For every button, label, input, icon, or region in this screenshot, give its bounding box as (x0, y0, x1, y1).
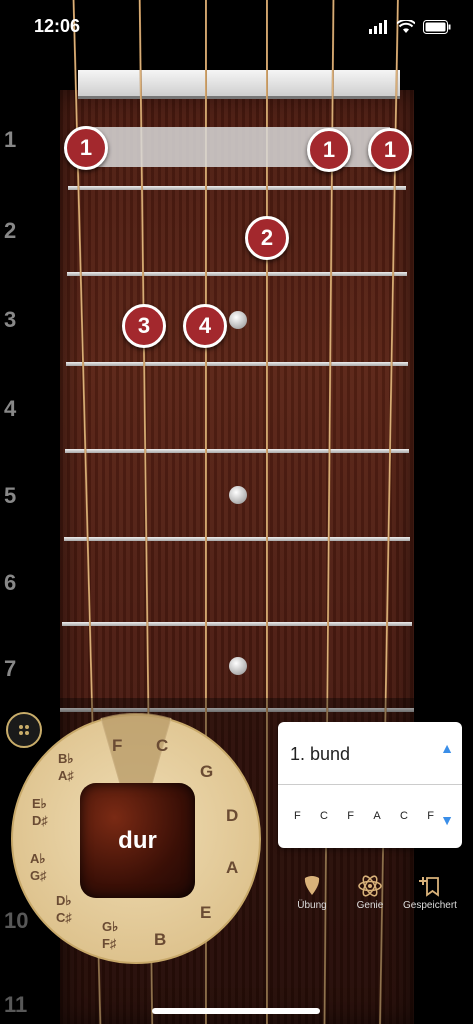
fret-inlay (229, 311, 247, 329)
finger-marker[interactable]: 1 (368, 128, 412, 172)
key-label[interactable]: F (112, 736, 122, 755)
atom-icon (358, 875, 382, 897)
grid-dots-icon (19, 725, 29, 735)
key-label[interactable]: C (156, 736, 168, 755)
fret-number: 4 (4, 396, 17, 421)
fret-line (66, 362, 408, 366)
fret-number: 3 (4, 307, 17, 332)
key-label[interactable]: A♯ (58, 768, 74, 783)
signal-icon (369, 20, 387, 34)
status-time: 12:06 (34, 16, 81, 36)
fret-inlay (229, 657, 247, 675)
string-note: C (399, 810, 408, 822)
fret-selector-label: 1. bund (290, 744, 351, 764)
fret-line (64, 537, 410, 541)
bottom-toolbar: Übung Genie Gespeichert (282, 872, 462, 922)
key-label[interactable]: B♭ (58, 751, 74, 766)
fret-number: 7 (4, 656, 17, 681)
key-label[interactable]: D♭ (56, 893, 72, 908)
key-label[interactable]: D (226, 806, 238, 825)
pick-icon (304, 876, 320, 895)
gespeichert-label: Gespeichert (403, 900, 457, 911)
fret-line (65, 449, 409, 453)
bookmark-add-icon (419, 877, 439, 897)
fret-number: 6 (4, 570, 17, 595)
wifi-icon (397, 20, 415, 33)
status-bar: 12:06 (0, 0, 473, 56)
finger-marker[interactable]: 1 (64, 126, 108, 170)
finger-marker[interactable]: 4 (183, 304, 227, 348)
key-label[interactable]: A♭ (30, 851, 46, 866)
finger-marker[interactable]: 1 (307, 128, 351, 172)
finger-marker[interactable]: 2 (245, 216, 289, 260)
key-label[interactable]: B (154, 930, 166, 949)
key-label[interactable]: E♭ (32, 796, 47, 811)
chord-type-label: dur (118, 826, 157, 854)
fret-number: 5 (4, 483, 17, 508)
finger-marker[interactable]: 3 (122, 304, 166, 348)
fret-number: 2 (4, 218, 17, 243)
fret-down-button[interactable]: ▼ (440, 812, 454, 828)
fret-up-button[interactable]: ▲ (440, 740, 454, 756)
uebung-label: Übung (297, 900, 327, 911)
key-label[interactable]: G (200, 762, 213, 781)
genie-button[interactable]: Genie (340, 872, 400, 911)
chord-type-button[interactable]: dur (80, 783, 195, 898)
guitar-nut (78, 70, 400, 99)
status-icons (369, 20, 451, 34)
string-note: C (320, 810, 328, 822)
fret-line (68, 186, 406, 190)
fret-line (62, 622, 412, 626)
key-label[interactable]: G♯ (30, 868, 47, 883)
home-indicator[interactable] (152, 1008, 320, 1014)
fret-number: 1 (4, 127, 17, 152)
uebung-button[interactable]: Übung (282, 872, 342, 911)
battery-icon (423, 20, 451, 34)
fret-line (67, 272, 407, 276)
key-label[interactable]: F♯ (102, 936, 116, 951)
key-label[interactable]: C♯ (56, 910, 72, 925)
menu-button[interactable] (6, 712, 42, 748)
fret-selector-panel: 1. bund ▲ ▼ F C F A C F (278, 722, 462, 848)
key-label[interactable]: E (200, 903, 211, 922)
string-note: A (373, 810, 381, 822)
string-note: F (427, 810, 434, 822)
fret-inlay (229, 486, 247, 504)
key-label[interactable]: D♯ (32, 813, 48, 828)
key-label[interactable]: A (226, 858, 238, 877)
string-note: F (347, 810, 355, 822)
gespeichert-button[interactable]: Gespeichert (400, 872, 460, 911)
genie-label: Genie (356, 900, 384, 911)
key-label[interactable]: G♭ (102, 919, 118, 934)
string-notes: F C F A C F (294, 810, 434, 822)
string-note: F (294, 810, 301, 822)
